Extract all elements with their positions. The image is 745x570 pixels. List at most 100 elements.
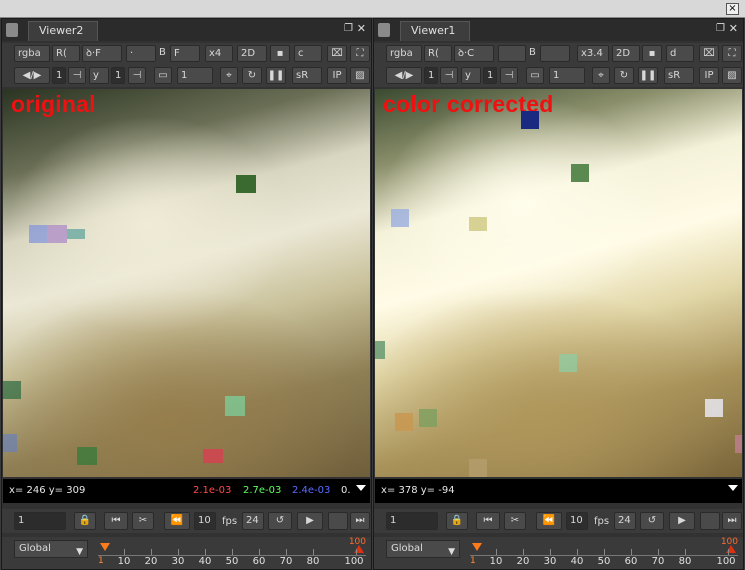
channel-b-select[interactable]: ꝺ·F [82,45,122,62]
fullframe-icon[interactable]: ⛶ [722,45,742,62]
channels-select[interactable]: rgba [386,45,422,62]
region-select-icon[interactable]: ⌧ [327,45,347,62]
wipe-icon[interactable]: ▨ [722,67,742,84]
gain-slider-icon[interactable]: ◀/▶ [386,67,422,84]
fps-field[interactable]: 24 [614,512,636,530]
rewind-icon[interactable]: ⏪ [536,512,562,530]
increment-field[interactable]: 10 [566,512,588,530]
tick-label: 60 [252,556,266,567]
camera-icon[interactable]: ▪ [642,45,662,62]
input-b-select[interactable]: F [170,45,200,62]
channels-select[interactable]: rgba [14,45,50,62]
input-process-button[interactable]: IP [699,67,719,84]
float-window-icon[interactable]: ❐ [716,23,725,34]
gain-slider-handle-icon[interactable]: ⊣ [68,67,86,84]
tab-viewer1[interactable]: Viewer1 [400,21,470,41]
gamma-slider-handle-icon[interactable]: ⊣ [128,67,146,84]
channel-a-select[interactable]: R( [424,45,452,62]
input-a-select[interactable]: · [126,45,156,62]
proxy-icon[interactable]: ▭ [154,67,172,84]
image-viewport[interactable]: color corrected [375,89,742,477]
gain-field[interactable]: 1 [424,67,438,84]
channel-a-select[interactable]: R( [52,45,80,62]
input-a-select[interactable] [498,45,526,62]
channel-b-select[interactable]: ꝺ·C [454,45,494,62]
view-mode-select[interactable]: 2D [612,45,640,62]
info-menu-icon[interactable] [356,485,366,491]
gamma-field[interactable]: 1 [111,67,125,84]
first-frame-icon[interactable]: ⏮ [476,512,500,530]
gain-field[interactable]: 1 [52,67,66,84]
fullframe-icon[interactable]: ⛶ [350,45,370,62]
lock-icon[interactable]: 🔒 [74,512,96,530]
info-menu-icon[interactable] [728,485,738,491]
increment-field[interactable]: 10 [194,512,216,530]
pane-menu-handle-icon[interactable] [6,23,18,37]
roi-icon[interactable]: ⌖ [220,67,238,84]
in-point-marker-icon[interactable] [472,543,482,551]
tab-bar: Viewer2 ❐ ✕ [2,19,371,41]
proxy-icon[interactable]: ▭ [526,67,544,84]
zoom-select[interactable]: x3.4 [577,45,609,62]
float-window-icon[interactable]: ❐ [344,23,353,34]
frame-field[interactable]: 1 [386,512,438,530]
tick-label: 40 [570,556,584,567]
zoom-select[interactable]: x4 [205,45,233,62]
lut-select[interactable]: sR [292,67,322,84]
camera-select[interactable]: d [666,45,694,62]
play-icon[interactable]: ▶ [297,512,323,530]
scissors-icon[interactable]: ✂ [132,512,154,530]
camera-icon[interactable]: ▪ [270,45,290,62]
frame-field[interactable]: 1 [14,512,66,530]
gain-slider-handle-icon[interactable]: ⊣ [440,67,458,84]
lock-icon[interactable]: 🔒 [446,512,468,530]
timeline-mode-select[interactable]: Global ▼ [386,540,460,558]
refresh-icon[interactable]: ↻ [242,67,262,84]
tick-label: 70 [651,556,665,567]
region-select-icon[interactable]: ⌧ [699,45,719,62]
loop-icon[interactable]: ↺ [268,512,292,530]
loop-icon[interactable]: ↺ [640,512,664,530]
play-icon[interactable]: ▶ [669,512,695,530]
pause-icon[interactable]: ❚❚ [266,67,286,84]
roi-icon[interactable]: ⌖ [592,67,610,84]
frame-ruler[interactable]: 1 100 10 20 30 40 50 60 70 80 100 [470,537,738,569]
first-frame-icon[interactable]: ⏮ [104,512,128,530]
blank-button[interactable] [328,512,348,530]
close-tab-icon[interactable]: ✕ [357,22,366,35]
blank-button[interactable] [700,512,720,530]
in-point-marker-icon[interactable] [100,543,110,551]
gain-slider-icon[interactable]: ◀/▶ [14,67,50,84]
pane-menu-handle-icon[interactable] [378,23,390,37]
end-frame-label: 100 [348,537,366,547]
tab-viewer2[interactable]: Viewer2 [28,21,98,41]
next-frame-icon[interactable]: ⏭ [722,512,742,530]
next-frame-icon[interactable]: ⏭ [350,512,370,530]
proxy-select[interactable]: 1 [549,67,585,84]
frame-ruler[interactable]: 1 100 10 20 30 40 50 60 70 80 100 [98,537,366,569]
playback-controls: 1 🔒 ⏮ ✂ ⏪ 10 fps 24 ↺ ▶ ⏭ [374,509,743,533]
input-b-select[interactable] [540,45,570,62]
close-tab-icon[interactable]: ✕ [729,22,738,35]
view-mode-select[interactable]: 2D [237,45,267,62]
pixel-patch [419,409,437,427]
window-close-button[interactable]: × [726,3,739,15]
rewind-icon[interactable]: ⏪ [164,512,190,530]
timeline-mode-select[interactable]: Global ▼ [14,540,88,558]
gamma-field[interactable]: 1 [483,67,497,84]
pixel-patch [225,396,245,416]
fps-field[interactable]: 24 [242,512,264,530]
input-process-button[interactable]: IP [327,67,347,84]
image-viewport[interactable]: original [3,89,370,477]
camera-select[interactable]: c [294,45,322,62]
gamma-label: y [461,67,481,84]
wipe-icon[interactable]: ▨ [350,67,370,84]
gamma-slider-handle-icon[interactable]: ⊣ [500,67,518,84]
lut-select[interactable]: sR [664,67,694,84]
proxy-select[interactable]: 1 [177,67,213,84]
pause-icon[interactable]: ❚❚ [638,67,658,84]
refresh-icon[interactable]: ↻ [614,67,634,84]
red-value: 2.1e-03 [193,485,232,496]
scissors-icon[interactable]: ✂ [504,512,526,530]
tick-label: 30 [543,556,557,567]
